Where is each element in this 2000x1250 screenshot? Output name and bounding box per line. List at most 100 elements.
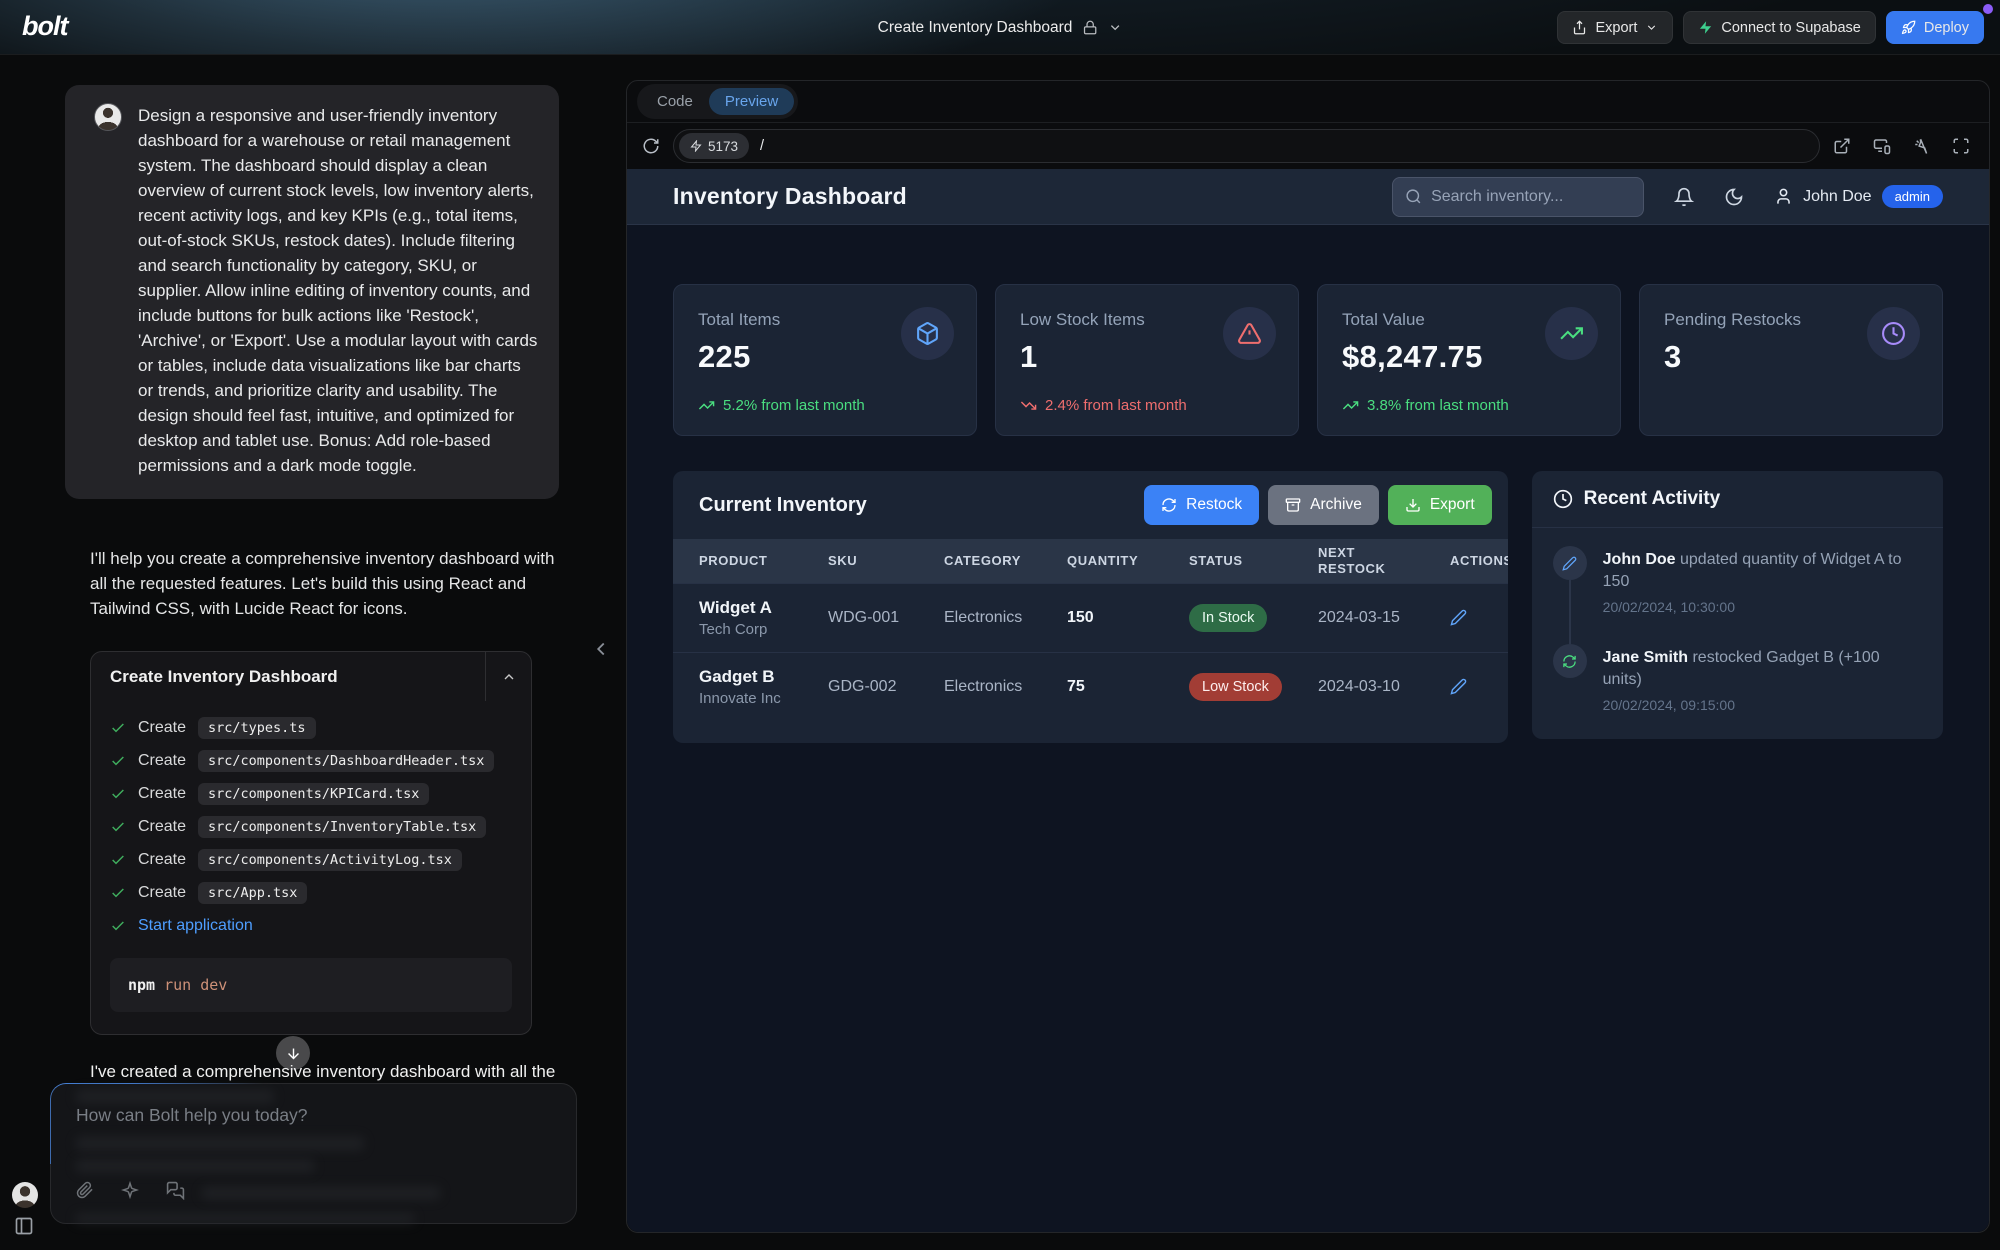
- zap-icon: [690, 140, 702, 152]
- trending-up-icon: [1342, 397, 1359, 414]
- alert-triangle-icon: [1223, 307, 1276, 360]
- table-header-row: PRODUCT SKU CATEGORY QUANTITY STATUS NEX…: [673, 539, 1508, 583]
- port-badge[interactable]: 5173: [679, 133, 749, 159]
- preview-controls: [1833, 137, 1974, 155]
- product-name: Gadget B: [699, 667, 820, 687]
- chat-mode-icon[interactable]: [166, 1181, 185, 1200]
- url-path: /: [760, 138, 764, 154]
- dashboard-title: Inventory Dashboard: [673, 183, 907, 210]
- account-avatar[interactable]: [12, 1182, 38, 1208]
- trending-down-icon: [1020, 397, 1037, 414]
- preview-window: Code Preview 5173 / Inventory Dashboard: [626, 80, 1990, 1233]
- inventory-title: Current Inventory: [699, 494, 867, 517]
- file-path[interactable]: src/components/KPICard.tsx: [198, 783, 429, 805]
- check-icon: [110, 819, 126, 835]
- dashboard-header: Inventory Dashboard John Doe admin: [627, 169, 1989, 225]
- clock-icon: [1553, 489, 1573, 509]
- url-field[interactable]: 5173 /: [673, 129, 1820, 163]
- col-next-restock: NEXT RESTOCK: [1318, 539, 1450, 583]
- file-path[interactable]: src/components/ActivityLog.tsx: [198, 849, 462, 871]
- collapse-chat-chevron[interactable]: [590, 638, 612, 660]
- check-icon: [110, 753, 126, 769]
- project-title-group[interactable]: Create Inventory Dashboard: [878, 0, 1123, 55]
- user-message: Design a responsive and user-friendly in…: [65, 85, 559, 499]
- tab-code[interactable]: Code: [641, 88, 709, 115]
- bolt-logo[interactable]: bolt: [22, 11, 67, 42]
- collapse-plan-button[interactable]: [485, 652, 531, 701]
- edit-icon[interactable]: [1450, 609, 1490, 626]
- deploy-button[interactable]: Deploy: [1886, 11, 1984, 44]
- start-application-step[interactable]: Start application: [110, 909, 512, 942]
- chat-input[interactable]: [76, 1100, 536, 1130]
- download-icon: [1405, 497, 1421, 513]
- assistant-partial-message: I've created a comprehensive inventory d…: [90, 1062, 555, 1082]
- activity-time: 20/02/2024, 09:15:00: [1603, 697, 1922, 713]
- archive-button[interactable]: Archive: [1268, 485, 1379, 525]
- status-badge: Low Stock: [1189, 673, 1282, 701]
- product-quantity: 75: [1067, 652, 1189, 721]
- product-supplier: Tech Corp: [699, 621, 820, 638]
- check-icon: [110, 786, 126, 802]
- restock-button[interactable]: Restock: [1144, 485, 1259, 525]
- next-restock-date: 2024-03-10: [1318, 652, 1450, 721]
- activity-user: Jane Smith: [1603, 649, 1688, 666]
- file-path[interactable]: src/App.tsx: [198, 882, 307, 904]
- file-path[interactable]: src/types.ts: [198, 717, 316, 739]
- col-product: PRODUCT: [673, 539, 828, 583]
- fullscreen-icon[interactable]: [1952, 137, 1970, 155]
- responsive-devices-icon[interactable]: [1872, 137, 1892, 155]
- inventory-search[interactable]: [1392, 177, 1644, 217]
- open-external-icon[interactable]: [1833, 137, 1851, 155]
- attach-icon[interactable]: [76, 1181, 94, 1200]
- export-button[interactable]: Export: [1557, 11, 1673, 44]
- col-quantity: QUANTITY: [1067, 539, 1189, 583]
- user-icon: [1774, 187, 1793, 206]
- file-step: Createsrc/types.ts: [110, 711, 512, 744]
- bell-icon[interactable]: [1674, 187, 1694, 207]
- assistant-message: I'll help you create a comprehensive inv…: [90, 546, 558, 621]
- chat-input-box[interactable]: [50, 1083, 577, 1224]
- product-quantity: 150: [1067, 583, 1189, 652]
- search-icon: [1405, 188, 1422, 205]
- blurred-text: [75, 1136, 365, 1151]
- plan-card: Create Inventory Dashboard Createsrc/typ…: [90, 651, 532, 1035]
- inspector-cursor-icon[interactable]: [1913, 137, 1931, 155]
- product-category: Electronics: [944, 652, 1067, 721]
- user-menu[interactable]: John Doe admin: [1774, 185, 1943, 208]
- next-restock-date: 2024-03-15: [1318, 583, 1450, 652]
- check-icon: [110, 885, 126, 901]
- kpi-card-pending-restocks: Pending Restocks 3: [1639, 284, 1943, 436]
- plan-title: Create Inventory Dashboard: [91, 652, 485, 701]
- arrow-down-icon: [285, 1045, 302, 1062]
- status-badge: In Stock: [1189, 604, 1267, 632]
- product-category: Electronics: [944, 583, 1067, 652]
- search-input[interactable]: [1431, 188, 1638, 206]
- kpi-card-low-stock: Low Stock Items 1 2.4% from last month: [995, 284, 1299, 436]
- export-csv-button[interactable]: Export: [1388, 485, 1492, 525]
- connect-supabase-button[interactable]: Connect to Supabase: [1683, 11, 1875, 44]
- sidebar-toggle-icon[interactable]: [14, 1216, 34, 1236]
- tab-preview[interactable]: Preview: [709, 88, 794, 115]
- top-bar: bolt Create Inventory Dashboard Export C…: [0, 0, 2000, 55]
- refresh-icon[interactable]: [642, 137, 660, 155]
- col-actions: ACTIONS: [1450, 539, 1508, 583]
- view-switcher: Code Preview: [637, 84, 798, 119]
- recent-activity-panel: Recent Activity John Doe updated quantit…: [1532, 471, 1943, 739]
- blurred-text: [201, 1186, 441, 1200]
- activity-title: Recent Activity: [1584, 488, 1721, 510]
- chat-panel: Design a responsive and user-friendly in…: [65, 85, 559, 1035]
- archive-icon: [1285, 497, 1301, 513]
- kpi-card-total-value: Total Value $8,247.75 3.8% from last mon…: [1317, 284, 1621, 436]
- project-title: Create Inventory Dashboard: [878, 19, 1073, 37]
- plan-body: Createsrc/types.ts Createsrc/components/…: [91, 701, 531, 1034]
- edit-icon[interactable]: [1450, 678, 1490, 695]
- chevron-down-icon[interactable]: [1107, 20, 1122, 35]
- check-icon: [110, 852, 126, 868]
- trending-up-icon: [698, 397, 715, 414]
- sparkles-icon[interactable]: [121, 1181, 139, 1200]
- file-path[interactable]: src/components/InventoryTable.tsx: [198, 816, 486, 838]
- file-path[interactable]: src/components/DashboardHeader.tsx: [198, 750, 494, 772]
- terminal-command: npm run dev: [110, 958, 512, 1012]
- dark-mode-toggle-icon[interactable]: [1724, 187, 1744, 207]
- activity-item: Jane Smith restocked Gadget B (+100 unit…: [1553, 644, 1922, 713]
